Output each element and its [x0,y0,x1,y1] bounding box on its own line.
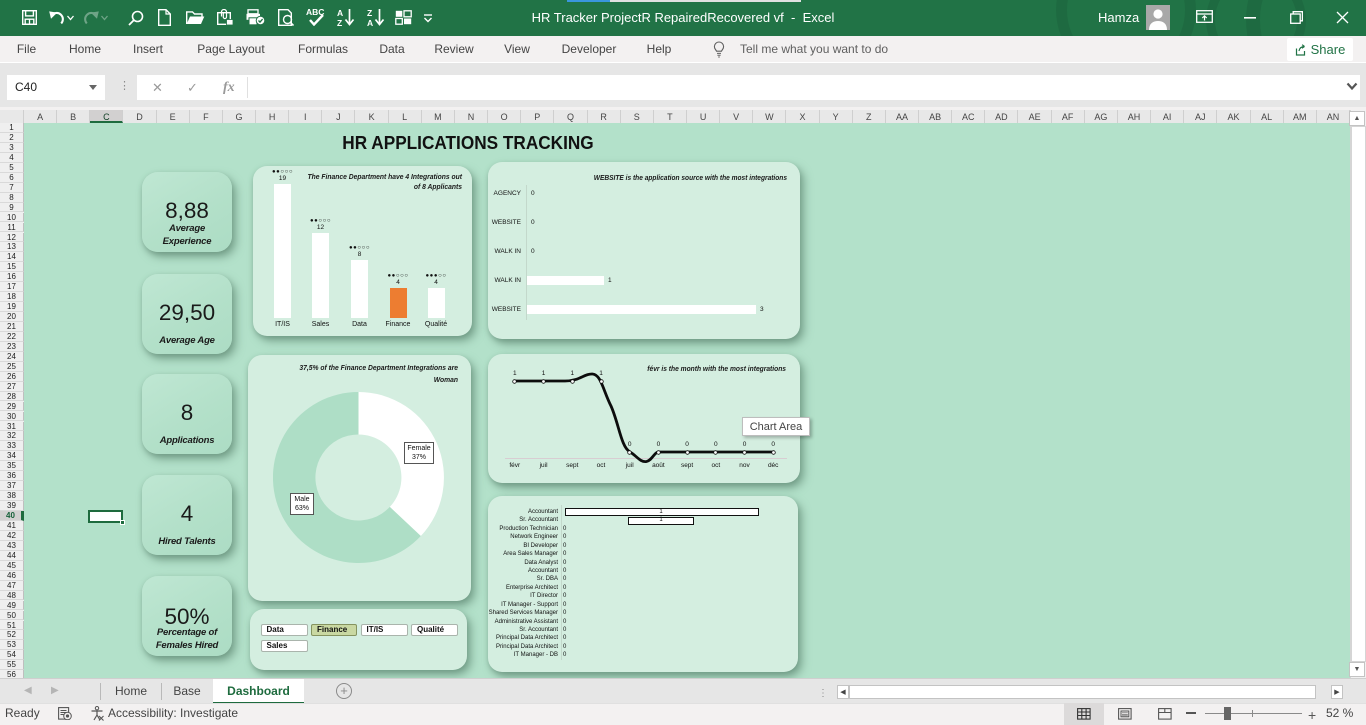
svg-text:Z: Z [337,18,342,27]
svg-text:A: A [367,18,373,27]
svg-text:A: A [337,8,343,18]
svg-text:Z: Z [367,8,372,18]
